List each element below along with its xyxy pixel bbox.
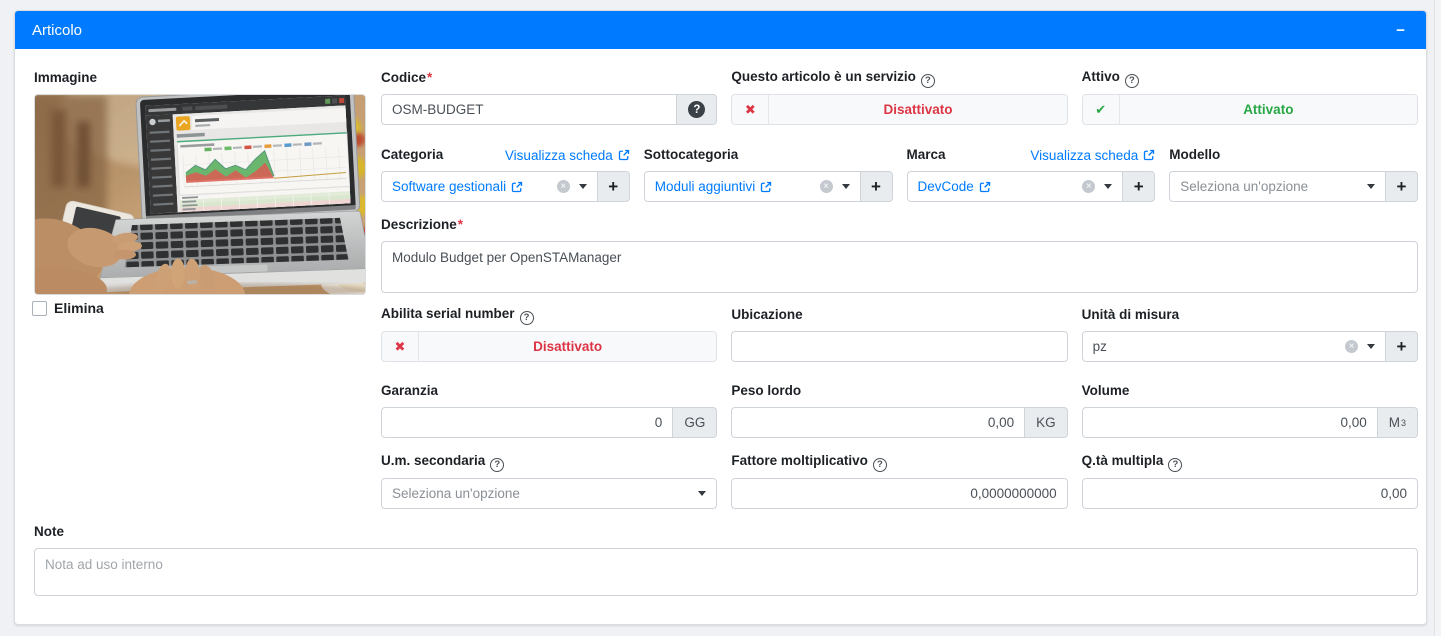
servizio-toggle[interactable]: ✖ Disattivato [731,94,1067,125]
check-icon: ✔ [1095,102,1106,118]
add-sottocategoria-button[interactable]: + [860,171,893,202]
sottocategoria-label: Sottocategoria [644,146,739,164]
codice-label: Codice* [381,69,432,87]
external-link-icon [1143,149,1155,161]
add-modello-button[interactable]: + [1385,171,1418,202]
descrizione-label: Descrizione* [381,216,463,234]
add-unita-misura-button[interactable]: + [1385,331,1418,362]
servizio-label: Questo articolo è un servizio? [731,68,935,88]
note-label: Note [34,523,64,541]
clear-icon[interactable]: × [557,180,570,193]
categoria-visualizza-scheda-link[interactable]: Visualizza scheda [505,148,630,163]
clear-icon[interactable]: × [1345,340,1358,353]
modello-select[interactable]: Seleziona un'opzione [1169,171,1386,202]
cross-icon: ✖ [745,102,756,118]
garanzia-addon: GG [673,407,717,438]
plus-icon: + [1397,338,1407,355]
modello-label: Modello [1169,146,1220,164]
required-asterisk: * [427,70,432,85]
peso-lordo-addon: KG [1025,407,1068,438]
serial-number-toggle[interactable]: ✖ Disattivato [381,331,717,362]
garanzia-label: Garanzia [381,382,438,400]
ubicazione-input[interactable] [731,331,1067,362]
article-image[interactable] [34,94,366,295]
qta-multipla-input[interactable] [1082,478,1418,509]
help-icon: ? [873,458,887,472]
required-asterisk: * [458,217,463,232]
page: Articolo − Immagine [0,0,1441,636]
peso-lordo-input[interactable] [731,407,1025,438]
elimina-label: Elimina [54,300,104,316]
immagine-label: Immagine [34,70,97,85]
um-secondaria-select[interactable]: Seleziona un'opzione [381,478,717,509]
external-link-icon [618,149,630,161]
elimina-checkbox[interactable] [32,301,47,316]
help-icon: ? [520,311,534,325]
collapse-button[interactable]: − [1396,23,1405,38]
panel-title: Articolo [32,22,82,39]
marca-label: Marca [907,146,946,164]
garanzia-input[interactable] [381,407,673,438]
external-link-icon [760,181,772,193]
qta-multipla-label: Q.tà multipla? [1082,452,1183,472]
um-secondaria-label: U.m. secondaria? [381,452,504,472]
categoria-select[interactable]: Software gestionali × [381,171,598,202]
peso-lordo-label: Peso lordo [731,382,801,400]
caret-down-icon [1367,344,1375,349]
cross-icon: ✖ [395,339,406,355]
help-icon: ? [490,458,504,472]
scrollbar-track[interactable] [1434,0,1441,636]
help-icon: ? [1168,458,1182,472]
caret-down-icon [1104,184,1112,189]
clear-icon[interactable]: × [820,180,833,193]
plus-icon: + [608,178,618,195]
external-link-icon [979,181,991,193]
serial-number-label: Abilita serial number? [381,305,534,325]
attivo-state: Attivato [1120,95,1417,124]
fattore-input[interactable] [731,478,1067,509]
help-icon: ? [921,74,935,88]
fattore-label: Fattore moltiplicativo? [731,452,887,472]
caret-down-icon [579,184,587,189]
panel-body: Immagine [15,49,1426,624]
descrizione-textarea[interactable]: Modulo Budget per OpenSTAManager [381,241,1418,293]
marca-visualizza-scheda-link[interactable]: Visualizza scheda [1030,148,1155,163]
note-textarea[interactable] [34,548,1418,596]
unita-misura-label: Unità di misura [1082,306,1180,324]
caret-down-icon [698,491,706,496]
sottocategoria-select[interactable]: Moduli aggiuntivi × [644,171,861,202]
codice-input[interactable] [381,94,677,125]
clear-icon[interactable]: × [1082,180,1095,193]
external-link-icon [511,181,523,193]
panel-header: Articolo − [15,11,1426,49]
caret-down-icon [842,184,850,189]
question-circle-icon: ? [688,101,705,118]
plus-icon: + [1397,178,1407,195]
marca-select[interactable]: DevCode × [907,171,1124,202]
plus-icon: + [1134,178,1144,195]
categoria-label: Categoria [381,146,443,164]
servizio-state: Disattivato [769,95,1066,124]
plus-icon: + [871,178,881,195]
minus-icon: − [1396,22,1405,39]
volume-label: Volume [1082,382,1130,400]
attivo-label: Attivo? [1082,68,1139,88]
articolo-panel: Articolo − Immagine [14,10,1427,625]
ubicazione-label: Ubicazione [731,306,802,324]
serial-number-state: Disattivato [419,332,716,361]
unita-misura-select[interactable]: pz × [1082,331,1386,362]
add-marca-button[interactable]: + [1122,171,1155,202]
attivo-toggle[interactable]: ✔ Attivato [1082,94,1418,125]
caret-down-icon [1367,184,1375,189]
add-categoria-button[interactable]: + [597,171,630,202]
codice-help-addon[interactable]: ? [677,94,717,125]
volume-input[interactable] [1082,407,1378,438]
article-image-photo [35,95,366,295]
help-icon: ? [1125,74,1139,88]
volume-addon: M3 [1378,407,1418,438]
